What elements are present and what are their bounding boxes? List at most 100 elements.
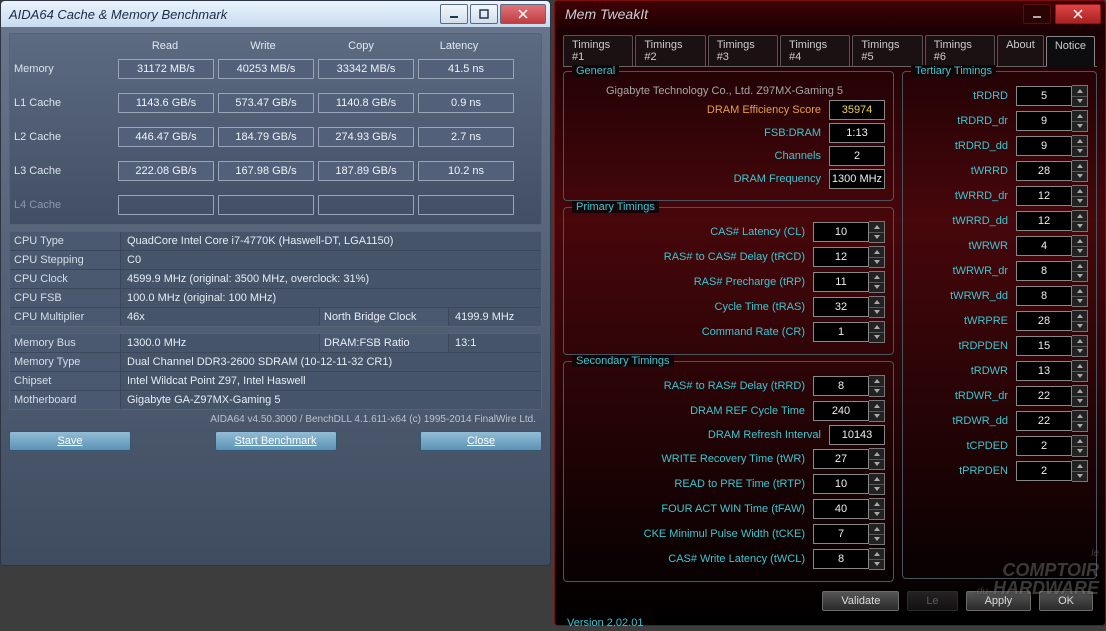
memtweakit-version: Version 2.02.01 xyxy=(555,615,1105,631)
spinner[interactable] xyxy=(1072,260,1088,282)
tab-notice[interactable]: Notice xyxy=(1046,36,1095,67)
tab-timings-5[interactable]: Timings #5 xyxy=(852,35,922,66)
up-arrow-icon xyxy=(869,322,884,333)
twrrd_dd-value[interactable]: 12 xyxy=(1016,211,1072,231)
trefi-value[interactable]: 10143 xyxy=(829,425,885,445)
trdwr_dd-value[interactable]: 22 xyxy=(1016,411,1072,431)
memory-write[interactable]: 40253 MB/s xyxy=(218,59,314,79)
spinner[interactable] xyxy=(1072,335,1088,357)
twrpre-value[interactable]: 28 xyxy=(1016,311,1072,331)
close-button[interactable] xyxy=(1055,4,1101,24)
up-arrow-icon xyxy=(1072,311,1087,322)
cl-value[interactable]: 10 xyxy=(813,222,869,242)
memory-copy[interactable]: 33342 MB/s xyxy=(318,59,414,79)
spinner[interactable] xyxy=(869,221,885,243)
close-button-footer[interactable]: Close xyxy=(420,431,542,451)
tab-timings-1[interactable]: Timings #1 xyxy=(563,35,633,66)
trcd-value[interactable]: 12 xyxy=(813,247,869,267)
spinner[interactable] xyxy=(869,473,885,495)
tref-value[interactable]: 240 xyxy=(813,401,869,421)
trp-row: RAS# Precharge (tRP)11 xyxy=(572,271,885,293)
tab-timings-2[interactable]: Timings #2 xyxy=(635,35,705,66)
tab-timings-3[interactable]: Timings #3 xyxy=(708,35,778,66)
tfaw-row: FOUR ACT WIN Time (tFAW)40 xyxy=(572,498,885,520)
spinner[interactable] xyxy=(869,400,885,422)
spinner[interactable] xyxy=(1072,185,1088,207)
down-arrow-icon xyxy=(869,460,884,470)
twrrd_dr-value[interactable]: 12 xyxy=(1016,186,1072,206)
memory-latency[interactable]: 41.5 ns xyxy=(418,59,514,79)
spinner[interactable] xyxy=(869,375,885,397)
spinner[interactable] xyxy=(1072,210,1088,232)
trdrd-value[interactable]: 5 xyxy=(1016,86,1072,106)
memory-read[interactable]: 31172 MB/s xyxy=(118,59,214,79)
trrd-value[interactable]: 8 xyxy=(813,376,869,396)
fsb-dram: 1:13 xyxy=(829,123,885,143)
spinner[interactable] xyxy=(869,271,885,293)
twcl-value[interactable]: 8 xyxy=(813,549,869,569)
spinner[interactable] xyxy=(1072,285,1088,307)
twrwr-value[interactable]: 4 xyxy=(1016,236,1072,256)
tprpden-value[interactable]: 2 xyxy=(1016,461,1072,481)
twrrd_dd-row: tWRRD_dd12 xyxy=(911,210,1088,232)
tcpded-value[interactable]: 2 xyxy=(1016,436,1072,456)
trp-value[interactable]: 11 xyxy=(813,272,869,292)
validate-button[interactable]: Validate xyxy=(822,591,899,611)
col-write: Write xyxy=(214,40,312,52)
tab-about[interactable]: About xyxy=(997,35,1044,66)
trdwr-value[interactable]: 13 xyxy=(1016,361,1072,381)
maximize-button[interactable] xyxy=(470,4,498,24)
start-benchmark-button[interactable]: Start Benchmark xyxy=(215,431,337,451)
ok-button[interactable]: OK xyxy=(1039,591,1093,611)
trdwr_dr-value[interactable]: 22 xyxy=(1016,386,1072,406)
spinner[interactable] xyxy=(1072,85,1088,107)
spinner[interactable] xyxy=(1072,385,1088,407)
tab-timings-4[interactable]: Timings #4 xyxy=(780,35,850,66)
apply-button[interactable]: Apply xyxy=(966,591,1032,611)
cr-value[interactable]: 1 xyxy=(813,322,869,342)
trdrd_dd-value[interactable]: 9 xyxy=(1016,136,1072,156)
tcke-value[interactable]: 7 xyxy=(813,524,869,544)
tfaw-value[interactable]: 40 xyxy=(813,499,869,519)
spinner[interactable] xyxy=(869,498,885,520)
spinner[interactable] xyxy=(1072,310,1088,332)
save-button[interactable]: Save xyxy=(9,431,131,451)
down-arrow-icon xyxy=(1072,422,1087,432)
spinner[interactable] xyxy=(1072,410,1088,432)
spinner[interactable] xyxy=(869,296,885,318)
spinner[interactable] xyxy=(869,548,885,570)
trdrd_dr-value[interactable]: 9 xyxy=(1016,111,1072,131)
down-arrow-icon xyxy=(869,387,884,397)
tras-value[interactable]: 32 xyxy=(813,297,869,317)
spinner[interactable] xyxy=(869,321,885,343)
up-arrow-icon xyxy=(869,449,884,460)
le-button[interactable]: Le xyxy=(907,591,957,611)
spinner[interactable] xyxy=(869,246,885,268)
twr-value[interactable]: 27 xyxy=(813,449,869,469)
spinner[interactable] xyxy=(869,523,885,545)
twrwr_dr-value[interactable]: 8 xyxy=(1016,261,1072,281)
tab-timings-6[interactable]: Timings #6 xyxy=(925,35,995,66)
spinner[interactable] xyxy=(1072,160,1088,182)
minimize-button[interactable] xyxy=(1023,4,1051,24)
down-arrow-icon xyxy=(1072,97,1087,107)
down-arrow-icon xyxy=(1072,122,1087,132)
twrrd-value[interactable]: 28 xyxy=(1016,161,1072,181)
minimize-button[interactable] xyxy=(440,4,468,24)
aida64-title: AIDA64 Cache & Memory Benchmark xyxy=(5,7,438,22)
down-arrow-icon xyxy=(869,233,884,243)
spinner[interactable] xyxy=(869,448,885,470)
spinner[interactable] xyxy=(1072,135,1088,157)
trtp-value[interactable]: 10 xyxy=(813,474,869,494)
close-button[interactable] xyxy=(500,4,546,24)
up-arrow-icon xyxy=(869,524,884,535)
spinner[interactable] xyxy=(1072,235,1088,257)
twrwr_dd-value[interactable]: 8 xyxy=(1016,286,1072,306)
spinner[interactable] xyxy=(1072,460,1088,482)
aida64-titlebar[interactable]: AIDA64 Cache & Memory Benchmark xyxy=(1,1,550,27)
spinner[interactable] xyxy=(1072,435,1088,457)
spinner[interactable] xyxy=(1072,110,1088,132)
memtweakit-titlebar[interactable]: Mem TweakIt xyxy=(555,1,1105,27)
trdpden-value[interactable]: 15 xyxy=(1016,336,1072,356)
spinner[interactable] xyxy=(1072,360,1088,382)
